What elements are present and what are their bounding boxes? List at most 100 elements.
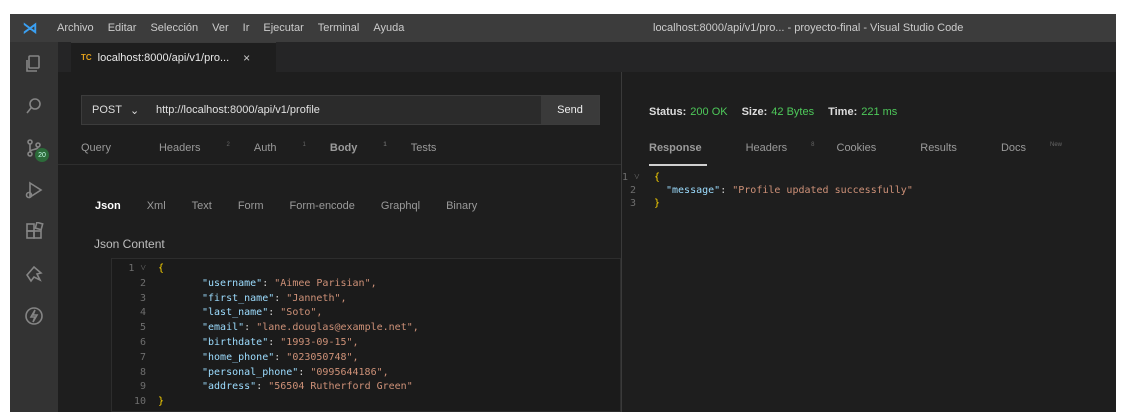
tab-response[interactable]: Response	[649, 142, 724, 154]
vscode-window: ⋊ Archivo Editar Selección Ver Ir Ejecut…	[10, 14, 1116, 412]
tab-tests[interactable]: Tests	[411, 142, 461, 164]
search-icon[interactable]	[22, 94, 46, 118]
json-brace: }	[654, 198, 661, 209]
menu-item-ejecutar[interactable]: Ejecutar	[256, 14, 310, 42]
json-key: "home_phone"	[202, 351, 275, 363]
json-key: "email"	[202, 322, 245, 334]
line-number: 10	[133, 396, 146, 408]
tab-divider	[58, 164, 621, 165]
json-key: "address"	[202, 381, 257, 393]
body-type-graphql[interactable]: Graphql	[381, 200, 420, 212]
tab-response-headers[interactable]: Headers 8	[746, 142, 815, 154]
json-content-label: Json Content	[94, 237, 165, 251]
tab-docs[interactable]: Docs New	[1001, 142, 1062, 154]
menu-item-ayuda[interactable]: Ayuda	[366, 14, 411, 42]
json-key: "message"	[666, 185, 721, 196]
json-pair: "first_name": "Janneth",	[202, 292, 347, 304]
url-bar: POST ⌄ http://localhost:8000/api/v1/prof…	[81, 95, 600, 125]
tab-response-label: Response	[649, 142, 702, 154]
editor-tab-strip: TC localhost:8000/api/v1/pro... ×	[58, 42, 1116, 72]
source-control-badge: 20	[35, 148, 49, 162]
editor-tab[interactable]: TC localhost:8000/api/v1/pro... ×	[71, 42, 276, 72]
tab-query-label: Query	[81, 142, 111, 154]
run-debug-icon[interactable]	[22, 178, 46, 202]
menu-item-archivo[interactable]: Archivo	[50, 14, 101, 42]
url-input[interactable]: http://localhost:8000/api/v1/profile	[152, 104, 541, 116]
response-body-viewer[interactable]: 1 ˅ {2 "message": "Profile updated success…	[622, 169, 1116, 229]
line-number: 6	[139, 337, 146, 348]
tab-headers-count: 2	[226, 142, 230, 149]
body-type-xml[interactable]: Xml	[147, 200, 166, 212]
line-number: 1 ˅	[128, 263, 146, 274]
tab-tests-label: Tests	[410, 142, 437, 154]
method-select[interactable]: POST ⌄	[82, 96, 152, 124]
body-type-form-encode[interactable]: Form-encode	[290, 200, 355, 212]
active-tab-underline	[649, 164, 707, 166]
json-value: "56504 Rutherford Green"	[268, 381, 413, 393]
menu-item-editar[interactable]: Editar	[101, 14, 144, 42]
json-value: "Profile updated successfully"	[732, 185, 913, 196]
line-number: 5	[139, 322, 146, 334]
extensions-icon[interactable]	[22, 220, 46, 244]
explorer-icon[interactable]	[22, 52, 46, 76]
close-icon[interactable]: ×	[243, 51, 250, 65]
size-value: 42 Bytes	[771, 106, 815, 118]
tab-cookies[interactable]: Cookies	[837, 142, 899, 154]
source-control-icon[interactable]: 20	[22, 136, 49, 162]
tab-docs-label: Docs	[1000, 142, 1026, 154]
line-number: 8	[139, 366, 146, 378]
response-panel: Status: 200 OK Size: 42 Bytes Time: 221 …	[622, 72, 1116, 412]
line-number: 4	[139, 307, 146, 319]
json-pair: "home_phone": "023050748",	[202, 351, 359, 363]
vscode-logo-icon: ⋊	[22, 20, 38, 37]
menu-item-seleccion[interactable]: Selección	[143, 14, 205, 42]
menu-item-ir[interactable]: Ir	[236, 14, 257, 42]
request-tabs: Query Headers 2 Auth 1 Body 1 Tests	[81, 142, 484, 164]
json-pair: "email": "lane.douglas@example.net",	[202, 322, 419, 334]
json-pair: "username": "Aimee Parisian",	[202, 277, 377, 289]
json-key: "birthdate"	[202, 337, 269, 348]
tab-auth-count: 1	[302, 142, 306, 149]
body-type-json[interactable]: Json	[95, 200, 121, 212]
size-label: Size:	[741, 106, 768, 118]
tab-body[interactable]: Body 1	[330, 142, 387, 164]
json-value: "Aimee Parisian",	[274, 277, 377, 289]
thunder-client-tab-icon: TC	[81, 53, 92, 62]
line-number: 3	[139, 292, 146, 304]
tab-auth[interactable]: Auth 1	[254, 142, 306, 164]
thunder-client-icon[interactable]	[22, 262, 46, 286]
tab-docs-badge: New	[1050, 142, 1063, 149]
window-title: localhost:8000/api/v1/pro... - proyecto-…	[653, 22, 964, 34]
line-number: 7	[139, 351, 146, 363]
time-value: 221 ms	[861, 106, 898, 118]
menu-item-terminal[interactable]: Terminal	[311, 14, 367, 42]
json-value: "0995644186",	[310, 366, 389, 378]
json-value: "Soto",	[280, 307, 323, 319]
body-type-tabs: Json Xml Text Form Form-encode Graphql B…	[95, 200, 503, 212]
body-type-form[interactable]: Form	[238, 200, 264, 212]
json-value: "1993-09-15",	[280, 337, 359, 348]
tab-headers[interactable]: Headers 2	[159, 142, 230, 164]
line-number: 3	[629, 198, 636, 209]
body-type-text[interactable]: Text	[192, 200, 212, 212]
tab-headers-label: Headers	[158, 142, 201, 154]
tab-query[interactable]: Query	[81, 142, 135, 164]
menu-item-ver[interactable]: Ver	[205, 14, 236, 42]
json-value: "Janneth",	[286, 292, 347, 304]
line-number: 9	[139, 381, 146, 393]
lightning-icon[interactable]	[22, 304, 46, 328]
json-brace: {	[654, 172, 661, 183]
json-body-editor[interactable]: 1 ˅ {2 "username": "Aimee Parisian", 3 "firs…	[111, 258, 621, 412]
json-value: "023050748",	[286, 351, 359, 363]
send-button[interactable]: Send	[541, 96, 599, 124]
json-value: "lane.douglas@example.net",	[256, 322, 419, 334]
tab-response-headers-count: 8	[811, 142, 815, 149]
json-key: "first_name"	[202, 292, 275, 304]
body-type-binary[interactable]: Binary	[446, 200, 477, 212]
tab-results[interactable]: Results	[920, 142, 979, 154]
json-brace: }	[158, 396, 165, 408]
status-label: Status:	[649, 106, 687, 118]
tab-cookies-label: Cookies	[836, 142, 877, 154]
json-key: "last_name"	[202, 307, 269, 319]
line-number: 2	[629, 185, 636, 196]
